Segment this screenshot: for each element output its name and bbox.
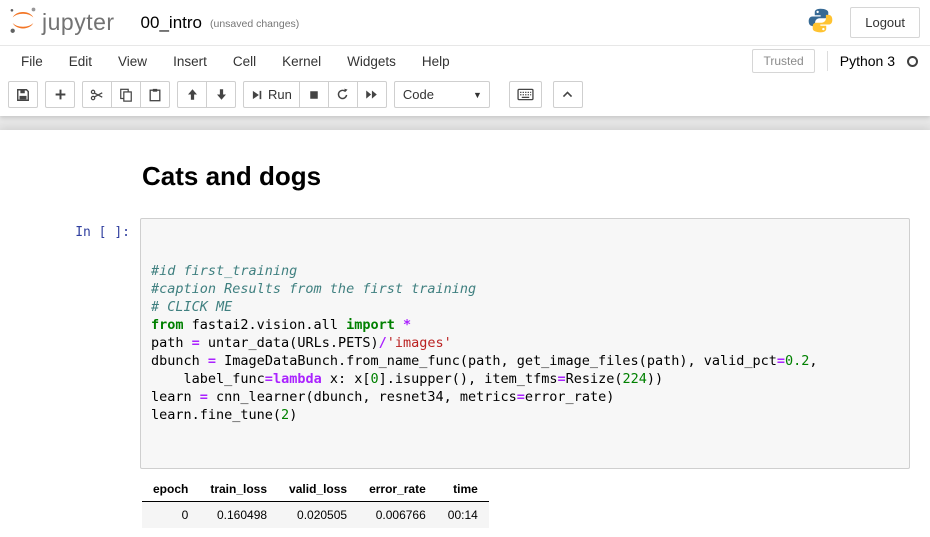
menu-item-cell[interactable]: Cell (220, 46, 269, 76)
menu-bar: FileEditViewInsertCellKernelWidgetsHelp … (0, 45, 930, 76)
run-cell-button[interactable]: Run (243, 81, 300, 108)
jupyter-planet-icon (8, 5, 38, 40)
menu-item-help[interactable]: Help (409, 46, 463, 76)
toggle-toolbar-button[interactable] (553, 81, 583, 108)
table-header-error_rate: error_rate (358, 477, 437, 502)
autosave-status: (unsaved changes) (210, 18, 299, 30)
notebook-title[interactable]: 00_intro (141, 13, 202, 33)
markdown-heading: Cats and dogs (140, 151, 910, 208)
table-cell: 0.006766 (358, 502, 437, 529)
table-cell: 0.020505 (278, 502, 358, 529)
logout-button[interactable]: Logout (850, 7, 920, 38)
fast-forward-icon (365, 88, 378, 101)
table-cell: 0 (142, 502, 199, 529)
notebook-header: jupyter 00_intro (unsaved changes) Logou… (0, 0, 930, 116)
table-cell: 00:14 (437, 502, 489, 529)
step-forward-icon (251, 89, 263, 101)
markdown-cell[interactable]: Cats and dogs (0, 146, 930, 213)
stop-icon (308, 89, 320, 101)
restart-run-all-button[interactable] (357, 81, 387, 108)
training-progress-table: epochtrain_lossvalid_losserror_ratetime0… (142, 477, 489, 528)
command-palette-button[interactable] (509, 81, 542, 108)
code-cell: In [ ]: #id first_training#caption Resul… (0, 213, 930, 537)
paste-icon (148, 88, 162, 102)
restart-kernel-button[interactable] (328, 81, 358, 108)
move-cell-up-button[interactable] (177, 81, 207, 108)
trusted-button[interactable]: Trusted (752, 49, 814, 73)
jupyter-logo-text: jupyter (42, 9, 115, 36)
python-logo-icon (807, 7, 834, 39)
chevron-up-icon (561, 88, 574, 101)
cell-type-value: Code (403, 87, 434, 102)
cut-cell-button[interactable] (82, 81, 112, 108)
code-input-area[interactable]: #id first_training#caption Results from … (140, 218, 910, 469)
markdown-cell-prompt (12, 151, 140, 208)
table-cell: 0.160498 (199, 502, 278, 529)
menu-item-kernel[interactable]: Kernel (269, 46, 334, 76)
kernel-name: Python 3 (840, 53, 895, 69)
toolbar: Run Code ▼ (0, 76, 930, 116)
table-row: 00.1604980.0205050.00676600:14 (142, 502, 489, 529)
kernel-idle-indicator-icon (907, 56, 918, 67)
run-button-label: Run (268, 87, 292, 102)
arrow-up-icon (186, 88, 199, 101)
header-top-bar: jupyter 00_intro (unsaved changes) Logou… (0, 0, 930, 45)
save-icon (16, 88, 30, 102)
cell-type-dropdown[interactable]: Code ▼ (394, 81, 490, 108)
copy-icon (119, 88, 133, 102)
menu-item-edit[interactable]: Edit (56, 46, 105, 76)
table-header-valid_loss: valid_loss (278, 477, 358, 502)
refresh-icon (336, 88, 349, 101)
insert-cell-below-button[interactable] (45, 81, 75, 108)
scissors-icon (90, 88, 104, 102)
menu-item-file[interactable]: File (8, 46, 56, 76)
jupyter-logo[interactable]: jupyter (8, 5, 115, 40)
menu-list: FileEditViewInsertCellKernelWidgetsHelp (8, 46, 463, 76)
menu-item-insert[interactable]: Insert (160, 46, 220, 76)
move-cell-down-button[interactable] (206, 81, 236, 108)
copy-cell-button[interactable] (111, 81, 141, 108)
table-header-time: time (437, 477, 489, 502)
menu-item-view[interactable]: View (105, 46, 160, 76)
save-button[interactable] (8, 81, 38, 108)
kernel-separator (827, 51, 828, 71)
code-cell-prompt: In [ ]: (12, 218, 140, 537)
plus-icon (54, 88, 67, 101)
table-header-train_loss: train_loss (199, 477, 278, 502)
header-right: Logout (807, 7, 920, 39)
output-area: epochtrain_lossvalid_losserror_ratetime0… (140, 469, 910, 537)
menu-bar-right: Trusted Python 3 (752, 46, 930, 76)
table-header-epoch: epoch (142, 477, 199, 502)
keyboard-icon (517, 88, 534, 101)
notebook-site: Cats and dogs In [ ]: #id first_training… (0, 116, 930, 537)
arrow-down-icon (215, 88, 228, 101)
code-area: #id first_training#caption Results from … (151, 263, 899, 425)
notebook-container: Cats and dogs In [ ]: #id first_training… (0, 130, 930, 537)
chevron-down-icon: ▼ (473, 90, 482, 100)
menu-item-widgets[interactable]: Widgets (334, 46, 409, 76)
paste-cell-button[interactable] (140, 81, 170, 108)
interrupt-kernel-button[interactable] (299, 81, 329, 108)
